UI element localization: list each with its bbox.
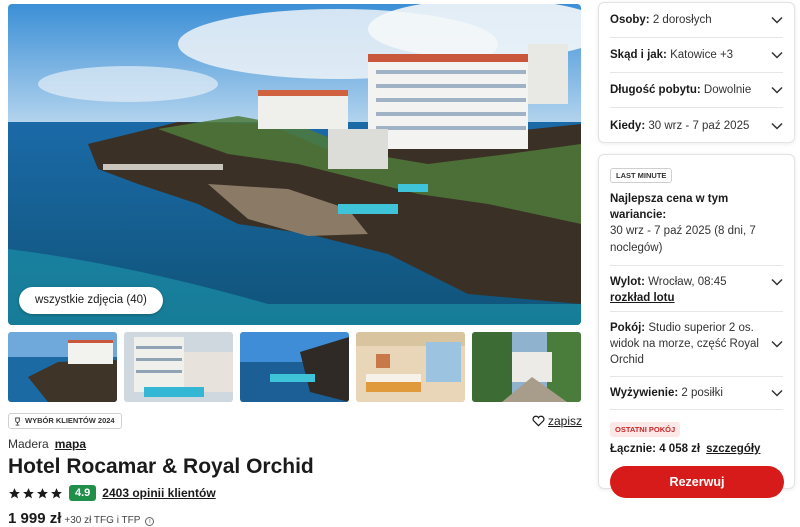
search-filters-panel: Osoby: 2 dorosłych Skąd i jak: Katowice … xyxy=(598,2,795,143)
customer-choice-label: WYBÓR KLIENTÓW 2024 xyxy=(25,416,115,425)
board-row[interactable]: Wyżywienie: 2 posiłki xyxy=(610,385,783,401)
thumbnail-3[interactable] xyxy=(240,332,349,402)
filter-when-label: Kiedy: xyxy=(610,119,646,132)
reviews-link[interactable]: 2403 opinii klientów xyxy=(102,486,215,500)
score-badge: 4.9 xyxy=(69,485,97,501)
best-price-title: Najlepsza cena w tym wariancie: xyxy=(610,193,729,221)
price-extra: +30 zł TFG i TFP xyxy=(64,515,141,526)
chevron-down-icon xyxy=(771,389,783,397)
trophy-icon xyxy=(15,416,20,426)
hotel-name: Hotel Rocamar & Royal Orchid xyxy=(8,455,314,478)
best-price-dates: 30 wrz - 7 paź 2025 (8 dni, 7 noclegów) xyxy=(610,225,756,254)
chevron-down-icon xyxy=(771,51,783,59)
info-icon[interactable]: i xyxy=(145,517,155,526)
flight-value: Wrocław, 08:45 xyxy=(648,276,727,288)
filter-when-value: 30 wrz - 7 paź 2025 xyxy=(648,119,750,132)
filter-departure-label: Skąd i jak: xyxy=(610,49,667,61)
filter-duration-label: Długość pobytu: xyxy=(610,84,701,96)
room-row[interactable]: Pokój: Studio superior 2 os. widok na mo… xyxy=(610,320,783,368)
rating-row: 4.9 2403 opinii klientów xyxy=(8,485,216,501)
total-price: Łącznie: 4 058 zł szczegóły xyxy=(610,443,783,455)
star-icon xyxy=(23,487,34,498)
flight-label: Wylot: xyxy=(610,276,645,288)
star-rating xyxy=(8,487,63,500)
last-minute-tag: LAST MINUTE xyxy=(610,168,673,183)
filter-persons-label: Osoby: xyxy=(610,14,650,26)
chevron-down-icon xyxy=(771,86,783,94)
flight-row[interactable]: Wylot: Wrocław, 08:45 xyxy=(610,274,783,290)
flight-schedule-link[interactable]: rozkład lotu xyxy=(610,292,783,304)
book-button[interactable]: Rezerwuj xyxy=(610,466,784,498)
thumbnail-strip xyxy=(8,332,581,402)
map-link[interactable]: mapa xyxy=(55,437,86,451)
filter-departure[interactable]: Skąd i jak: Katowice +3 xyxy=(610,38,783,73)
price-details-link[interactable]: szczegóły xyxy=(706,443,760,455)
filter-duration[interactable]: Długość pobytu: Dowolnie xyxy=(610,73,783,108)
region-label: Madera xyxy=(8,437,49,451)
filter-persons-value: 2 dorosłych xyxy=(652,14,712,26)
flight-section: Wylot: Wrocław, 08:45 rozkład lotu xyxy=(610,266,783,312)
board-label: Wyżywienie: xyxy=(610,387,679,399)
price-amount: 1 999 zł xyxy=(8,510,62,527)
room-label: Pokój: xyxy=(610,322,646,334)
thumbnail-2[interactable] xyxy=(124,332,233,402)
thumbnail-5[interactable] xyxy=(472,332,581,402)
board-value: 2 posiłki xyxy=(681,387,723,399)
save-label: zapisz xyxy=(548,414,583,428)
filter-when[interactable]: Kiedy: 30 wrz - 7 paź 2025 xyxy=(610,108,783,143)
filter-persons[interactable]: Osoby: 2 dorosłych xyxy=(610,3,783,38)
all-photos-button[interactable]: wszystkie zdjęcia (40) xyxy=(19,287,163,314)
save-button[interactable]: zapisz xyxy=(532,414,582,428)
chevron-down-icon xyxy=(771,340,783,348)
chevron-down-icon xyxy=(771,278,783,286)
star-icon xyxy=(37,487,48,498)
chevron-down-icon xyxy=(771,16,783,24)
main-photo[interactable] xyxy=(8,4,581,325)
price-row: 1 999 zł +30 zł TFG i TFP i xyxy=(8,510,155,527)
location: Madera mapa xyxy=(8,437,86,451)
thumbnail-4[interactable] xyxy=(356,332,465,402)
star-icon xyxy=(51,487,62,498)
star-icon xyxy=(9,487,20,498)
thumbnail-1[interactable] xyxy=(8,332,117,402)
offer-panel: LAST MINUTE Najlepsza cena w tym warianc… xyxy=(598,154,795,498)
customer-choice-badge: WYBÓR KLIENTÓW 2024 xyxy=(8,413,122,429)
last-room-badge: OSTATNI POKÓJ xyxy=(610,422,681,437)
chevron-down-icon xyxy=(771,122,783,130)
heart-icon xyxy=(532,415,545,427)
filter-duration-value: Dowolnie xyxy=(703,84,752,96)
filter-departure-value: Katowice +3 xyxy=(670,49,734,61)
total-label: Łącznie: 4 058 zł xyxy=(610,443,701,455)
